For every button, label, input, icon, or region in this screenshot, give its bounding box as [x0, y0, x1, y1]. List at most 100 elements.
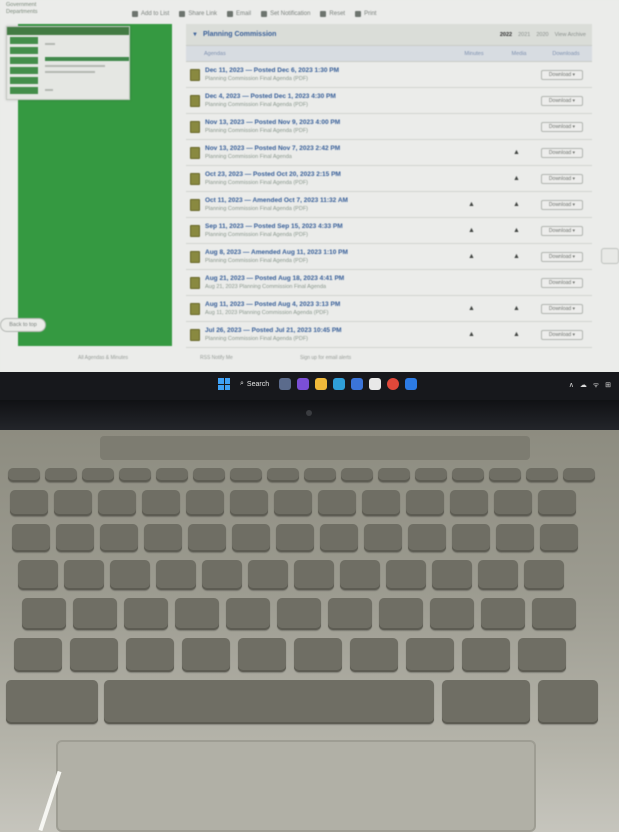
keyboard-key[interactable]	[6, 680, 98, 724]
agenda-title-link[interactable]: Nov 13, 2023 — Posted Nov 7, 2023 2:42 P…	[205, 145, 450, 153]
keyboard-key[interactable]	[45, 468, 77, 482]
keyboard-key[interactable]	[100, 524, 138, 552]
minutes-icon[interactable]: ▲	[468, 253, 475, 260]
keyboard-key[interactable]	[294, 638, 342, 672]
keyboard-key[interactable]	[230, 490, 268, 516]
year-tab[interactable]: 2022	[500, 32, 512, 38]
keyboard-key[interactable]	[124, 598, 168, 630]
keyboard-key[interactable]	[341, 468, 373, 482]
collapse-caret-icon[interactable]: ▼	[192, 32, 198, 38]
download-dropdown[interactable]: Download ▾	[541, 303, 583, 314]
keyboard-key[interactable]	[119, 468, 151, 482]
keyboard-key[interactable]	[452, 468, 484, 482]
agenda-subtitle-link[interactable]: Planning Commission Final Agenda (PDF)	[205, 335, 450, 343]
bottom-link-rss[interactable]: RSS Notify Me	[200, 355, 233, 361]
toolbar-share-link[interactable]: Share Link	[179, 11, 217, 17]
keyboard-key[interactable]	[267, 468, 299, 482]
task-view-icon[interactable]	[279, 378, 292, 390]
agenda-title-link[interactable]: Aug 8, 2023 — Amended Aug 11, 2023 1:10 …	[205, 249, 450, 257]
settings-app-icon[interactable]	[369, 378, 382, 390]
toolbar-reset[interactable]: Reset	[320, 11, 345, 17]
agenda-title-link[interactable]: Dec 11, 2023 — Posted Dec 6, 2023 1:30 P…	[205, 67, 450, 75]
keyboard-key[interactable]	[538, 490, 576, 516]
keyboard-key[interactable]	[340, 560, 380, 590]
toolbar-email[interactable]: Email	[227, 11, 251, 17]
keyboard-key[interactable]	[563, 468, 595, 482]
keyboard-key[interactable]	[406, 638, 454, 672]
download-dropdown[interactable]: Download ▾	[541, 173, 583, 184]
keyboard-key[interactable]	[350, 638, 398, 672]
keyboard-key[interactable]	[450, 490, 488, 516]
agenda-title-link[interactable]: Aug 11, 2023 — Posted Aug 4, 2023 3:13 P…	[205, 301, 450, 309]
side-feedback-tab[interactable]	[601, 248, 619, 264]
keyboard-key[interactable]	[274, 490, 312, 516]
keyboard-key[interactable]	[328, 598, 372, 630]
agenda-subtitle-link[interactable]: Planning Commission Final Agenda (PDF)	[205, 257, 450, 265]
agenda-subtitle-link[interactable]: Aug 21, 2023 Planning Commission Final A…	[205, 283, 450, 291]
chrome-icon[interactable]	[387, 378, 400, 390]
keyboard-key[interactable]	[98, 490, 136, 516]
keyboard-key[interactable]	[12, 524, 50, 552]
chat-icon[interactable]	[297, 378, 310, 390]
mini-nav-item[interactable]	[10, 37, 38, 44]
keyboard-key[interactable]	[406, 490, 444, 516]
download-dropdown[interactable]: Download ▾	[541, 121, 583, 132]
keyboard-key[interactable]	[156, 560, 196, 590]
keyboard-key[interactable]	[230, 468, 262, 482]
keyboard-key[interactable]	[294, 560, 334, 590]
media-icon[interactable]: ▲	[513, 253, 520, 260]
minutes-icon[interactable]: ▲	[468, 201, 475, 208]
keyboard-key[interactable]	[524, 560, 564, 590]
keyboard-key[interactable]	[64, 560, 104, 590]
media-icon[interactable]: ▲	[513, 305, 520, 312]
agenda-subtitle-link[interactable]: Planning Commission Final Agenda (PDF)	[205, 231, 450, 239]
agenda-subtitle-link[interactable]: Planning Commission Final Agenda (PDF)	[205, 205, 450, 213]
keyboard-key[interactable]	[432, 560, 472, 590]
minutes-icon[interactable]: ▲	[468, 305, 475, 312]
toolbar-set-notification[interactable]: Set Notification	[261, 11, 310, 17]
agenda-title-link[interactable]: Nov 13, 2023 — Posted Nov 9, 2023 4:00 P…	[205, 119, 450, 127]
keyboard-key[interactable]	[304, 468, 336, 482]
media-icon[interactable]: ▲	[513, 331, 520, 338]
keyboard-key[interactable]	[415, 468, 447, 482]
agenda-subtitle-link[interactable]: Planning Commission Final Agenda (PDF)	[205, 101, 450, 109]
keyboard-key[interactable]	[496, 524, 534, 552]
agenda-subtitle-link[interactable]: Planning Commission Final Agenda (PDF)	[205, 127, 450, 135]
agenda-title-link[interactable]: Oct 11, 2023 — Amended Oct 7, 2023 11:32…	[205, 197, 450, 205]
view-archive-link[interactable]: View Archive	[555, 32, 586, 38]
minutes-icon[interactable]: ▲	[468, 227, 475, 234]
keyboard-key[interactable]	[18, 560, 58, 590]
keyboard-key[interactable]	[73, 598, 117, 630]
keyboard-key[interactable]	[532, 598, 576, 630]
year-tab[interactable]: 2021	[518, 32, 530, 38]
keyboard-key[interactable]	[232, 524, 270, 552]
windows-start-icon[interactable]	[218, 378, 230, 390]
keyboard-key[interactable]	[202, 560, 242, 590]
mini-nav-item[interactable]	[10, 67, 38, 74]
keyboard-key[interactable]	[478, 560, 518, 590]
keyboard-key[interactable]	[186, 490, 224, 516]
keyboard-key[interactable]	[226, 598, 270, 630]
keyboard-key[interactable]	[364, 524, 402, 552]
taskbar-search[interactable]: ⌕ Search	[236, 380, 273, 388]
download-dropdown[interactable]: Download ▾	[541, 329, 583, 340]
mini-nav-item[interactable]	[10, 47, 38, 54]
keyboard-key[interactable]	[56, 524, 94, 552]
agenda-subtitle-link[interactable]: Planning Commission Final Agenda (PDF)	[205, 179, 450, 187]
system-tray[interactable]: ∧ ☁ ᯤ ⊞	[569, 381, 613, 390]
mini-nav-item[interactable]	[10, 57, 38, 64]
media-icon[interactable]: ▲	[513, 149, 520, 156]
download-dropdown[interactable]: Download ▾	[541, 225, 583, 236]
keyboard-key[interactable]	[22, 598, 66, 630]
keyboard-key[interactable]	[318, 490, 356, 516]
keyboard-key[interactable]	[188, 524, 226, 552]
keyboard-key[interactable]	[462, 638, 510, 672]
keyboard-key[interactable]	[518, 638, 566, 672]
download-dropdown[interactable]: Download ▾	[541, 147, 583, 158]
download-dropdown[interactable]: Download ▾	[541, 69, 583, 80]
keyboard-key[interactable]	[378, 468, 410, 482]
keyboard-key[interactable]	[481, 598, 525, 630]
keyboard-key[interactable]	[70, 638, 118, 672]
download-dropdown[interactable]: Download ▾	[541, 95, 583, 106]
keyboard-key[interactable]	[320, 524, 358, 552]
